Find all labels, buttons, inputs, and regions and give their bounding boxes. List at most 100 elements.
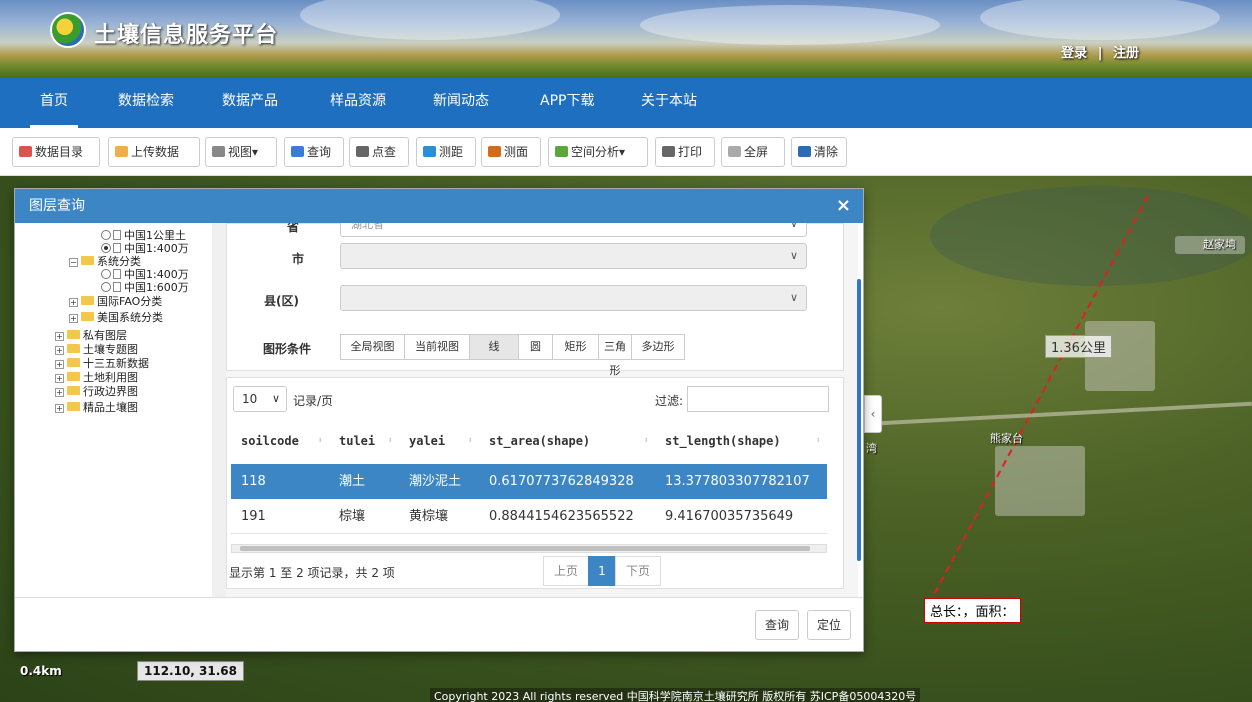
nav-item[interactable]: 样品资源 [330,78,386,128]
print-icon [662,146,675,157]
shape-button[interactable]: 圆 [518,334,553,360]
locate-button[interactable]: 定位 [807,610,851,640]
nav-item[interactable]: 首页 [30,78,78,128]
horizontal-scrollbar[interactable] [231,544,827,553]
tree-item[interactable]: + 行政边界图 [55,385,138,398]
shape-button[interactable]: 当前视图 [404,334,470,360]
toolbar-button[interactable]: 点查 [349,137,409,167]
tree-item[interactable]: 中国1:400万 [101,268,189,281]
tree-item[interactable]: + 精品土壤图 [55,401,138,414]
expand-toggle-icon[interactable]: + [69,314,78,323]
tree-item[interactable]: 中国1公里土 [101,229,186,242]
toolbar-button[interactable]: 打印 [655,137,715,167]
toolbar-button[interactable]: 查询 [284,137,344,167]
shape-button[interactable]: 线 [469,334,519,360]
login-link[interactable]: 登录 [1061,46,1087,61]
city-select[interactable]: ∨ [340,243,807,269]
expand-toggle-icon[interactable]: + [55,388,64,397]
document-icon [113,230,121,240]
tree-item-label: 土壤专题图 [83,343,138,356]
shape-button[interactable]: 三角形 [598,334,632,377]
tree-item[interactable]: + 土地利用图 [55,371,138,384]
tree-item[interactable]: + 国际FAO分类 [69,295,162,308]
sort-icon[interactable]: ⬍ [388,424,393,459]
toolbar-button[interactable]: 全屏 [721,137,785,167]
place-label: 湾 [866,442,877,455]
collapse-panel-button[interactable]: ‹ [864,395,882,433]
shape-button[interactable]: 全局视图 [340,334,405,360]
expand-toggle-icon[interactable]: − [69,258,78,267]
toolbar-button[interactable]: 空间分析▾ [548,137,648,167]
nav-item[interactable]: 数据产品 [222,78,278,128]
sort-icon[interactable]: ⬍ [318,424,323,459]
tree-item[interactable]: 中国1:400万 [101,242,189,255]
toolbar-button[interactable]: 视图▾ [205,137,277,167]
province-select[interactable]: 湖北省 ∨ [340,223,807,237]
page-size-select[interactable]: 10 ∨ [233,386,287,412]
column-header[interactable]: tulei ⬍ [329,424,399,459]
tree-item-label: 私有图层 [83,329,127,342]
column-header[interactable]: yalei ⬍ [399,424,479,459]
toolbar-button[interactable]: 上传数据 [108,137,200,167]
tree-item[interactable]: + 土壤专题图 [55,343,138,356]
expand-toggle-icon[interactable]: + [55,332,64,341]
query-button[interactable]: 查询 [755,610,799,640]
filter-input[interactable] [687,386,829,412]
sort-icon[interactable]: ⬍ [644,424,649,459]
vertical-scrollbar[interactable] [857,279,861,561]
tree-item[interactable]: 中国1:600万 [101,281,189,294]
tree-item[interactable]: + 十三五新数据 [55,357,149,370]
column-header[interactable]: st_area(shape) ⬍ [479,424,655,459]
tree-item[interactable]: − 系统分类 [69,255,141,268]
sort-icon[interactable]: ⬍ [816,424,821,459]
expand-toggle-icon[interactable]: + [55,404,64,413]
table-row[interactable]: 191 棕壤 黄棕壤 0.8844154623565522 9.416700357356… [231,499,827,534]
county-select[interactable]: ∨ [340,285,807,311]
tree-item[interactable]: + 私有图层 [55,329,127,342]
tree-item[interactable]: + 美国系统分类 [69,311,163,324]
toolbar-button-label: 查询 [307,145,332,159]
next-page-button[interactable]: 下页 [615,556,661,586]
expand-toggle-icon[interactable]: + [55,374,64,383]
auth-links: 登录 | 注册 [1058,42,1142,61]
toolbar-button[interactable]: 数据目录 [12,137,100,167]
site-logo-icon[interactable] [50,12,86,48]
radio-icon[interactable] [101,230,111,240]
column-header-label: st_length(shape) [665,434,781,448]
shape-button[interactable]: 矩形 [552,334,599,360]
toolbar-button[interactable]: 测面 [481,137,541,167]
expand-toggle-icon[interactable]: + [55,346,64,355]
radio-icon[interactable] [101,269,111,279]
nav-item[interactable]: 数据检索 [118,78,174,128]
page-number-button[interactable]: 1 [588,556,616,586]
register-link[interactable]: 注册 [1113,46,1139,61]
nav-item[interactable]: 新闻动态 [433,78,489,128]
page-size-suffix: 记录/页 [293,394,334,408]
document-icon [113,282,121,292]
dialog-header[interactable]: 图层查询 × [15,189,863,223]
nav-item[interactable]: 关于本站 [641,78,697,128]
shape-button[interactable]: 多边形 [631,334,685,360]
site-title[interactable]: 土壤信息服务平台 [94,17,278,49]
radio-icon[interactable] [101,282,111,292]
scroll-thumb[interactable] [240,546,810,551]
folder-icon [67,344,80,353]
road [860,401,1252,427]
expand-toggle-icon[interactable]: + [55,360,64,369]
pane-divider [212,223,226,597]
sort-icon[interactable]: ⬍ [468,424,473,459]
expand-toggle-icon[interactable]: + [69,298,78,307]
radio-icon[interactable] [101,243,111,253]
nav-item[interactable]: APP下载 [540,78,594,128]
prev-page-button[interactable]: 上页 [543,556,589,586]
table-row[interactable]: 118 潮土 潮沙泥土 0.6170773762849328 13.3778033077… [231,464,827,499]
column-header[interactable]: st_length(shape) ⬍ [655,424,827,459]
tree-item-label: 系统分类 [97,255,141,268]
table-cell: 黄棕壤 [409,509,449,524]
close-icon[interactable]: × [836,189,851,223]
column-header[interactable]: soilcode ⬍ [231,424,329,459]
toolbar-button[interactable]: 测距 [416,137,476,167]
chevron-down-icon: ∨ [789,291,798,304]
folder-icon [67,358,80,367]
toolbar-button[interactable]: 清除 [791,137,847,167]
